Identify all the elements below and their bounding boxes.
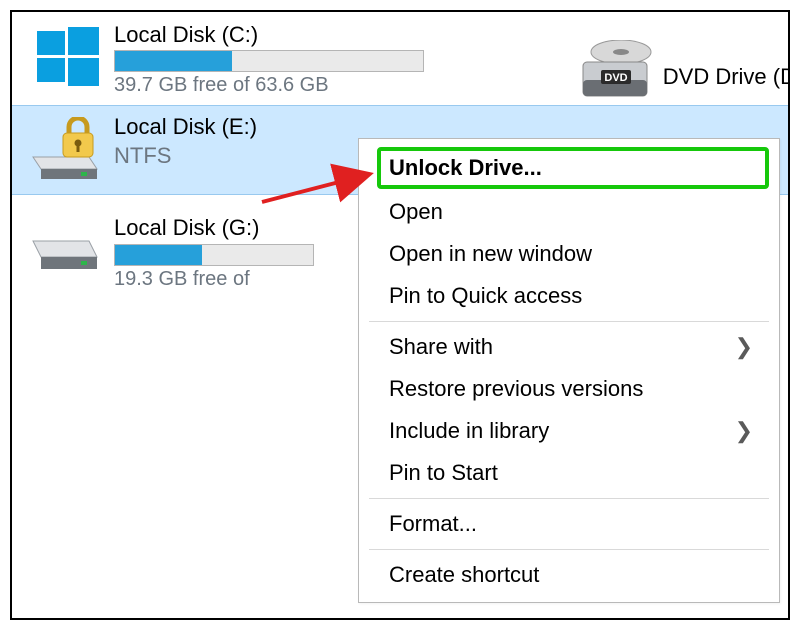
- menu-item-pin-quick-access[interactable]: Pin to Quick access: [359, 275, 779, 317]
- menu-separator: [369, 321, 769, 322]
- drive-title: DVD Drive (D: [663, 64, 790, 90]
- storage-text: 39.7 GB free of 63.6 GB: [114, 74, 424, 97]
- menu-item-format[interactable]: Format...: [359, 503, 779, 545]
- menu-item-open-new-window[interactable]: Open in new window: [359, 233, 779, 275]
- hard-drive-icon: [28, 213, 108, 289]
- menu-item-share-with[interactable]: Share with ❯: [359, 326, 779, 368]
- menu-separator: [369, 498, 769, 499]
- menu-separator: [369, 549, 769, 550]
- windows-logo-icon: [28, 20, 108, 96]
- drive-title: Local Disk (C:): [114, 22, 424, 48]
- storage-fill: [115, 51, 232, 71]
- menu-item-label: Include in library: [389, 418, 549, 444]
- chevron-right-icon: ❯: [735, 334, 753, 360]
- menu-item-pin-start[interactable]: Pin to Start: [359, 452, 779, 494]
- menu-item-include-library[interactable]: Include in library ❯: [359, 410, 779, 452]
- storage-bar: [114, 244, 314, 266]
- menu-item-label: Share with: [389, 334, 493, 360]
- drive-title: Local Disk (E:): [114, 114, 418, 140]
- storage-bar: [114, 50, 424, 72]
- menu-item-restore-previous[interactable]: Restore previous versions: [359, 368, 779, 410]
- explorer-window: Local Disk (C:) 39.7 GB free of 63.6 GB …: [10, 10, 790, 620]
- menu-item-create-shortcut[interactable]: Create shortcut: [359, 554, 779, 596]
- menu-item-unlock-drive[interactable]: Unlock Drive...: [389, 155, 757, 181]
- dvd-drive-icon: DVD: [577, 40, 655, 113]
- context-menu: Unlock Drive... Open Open in new window …: [358, 138, 780, 603]
- locked-drive-icon: [28, 112, 108, 188]
- chevron-right-icon: ❯: [735, 418, 753, 444]
- menu-item-open[interactable]: Open: [359, 191, 779, 233]
- svg-text:DVD: DVD: [604, 72, 627, 84]
- storage-fill: [115, 245, 202, 265]
- annotation-highlight: Unlock Drive...: [377, 147, 769, 189]
- drive-item-dvd[interactable]: DVD DVD Drive (D: [577, 40, 790, 113]
